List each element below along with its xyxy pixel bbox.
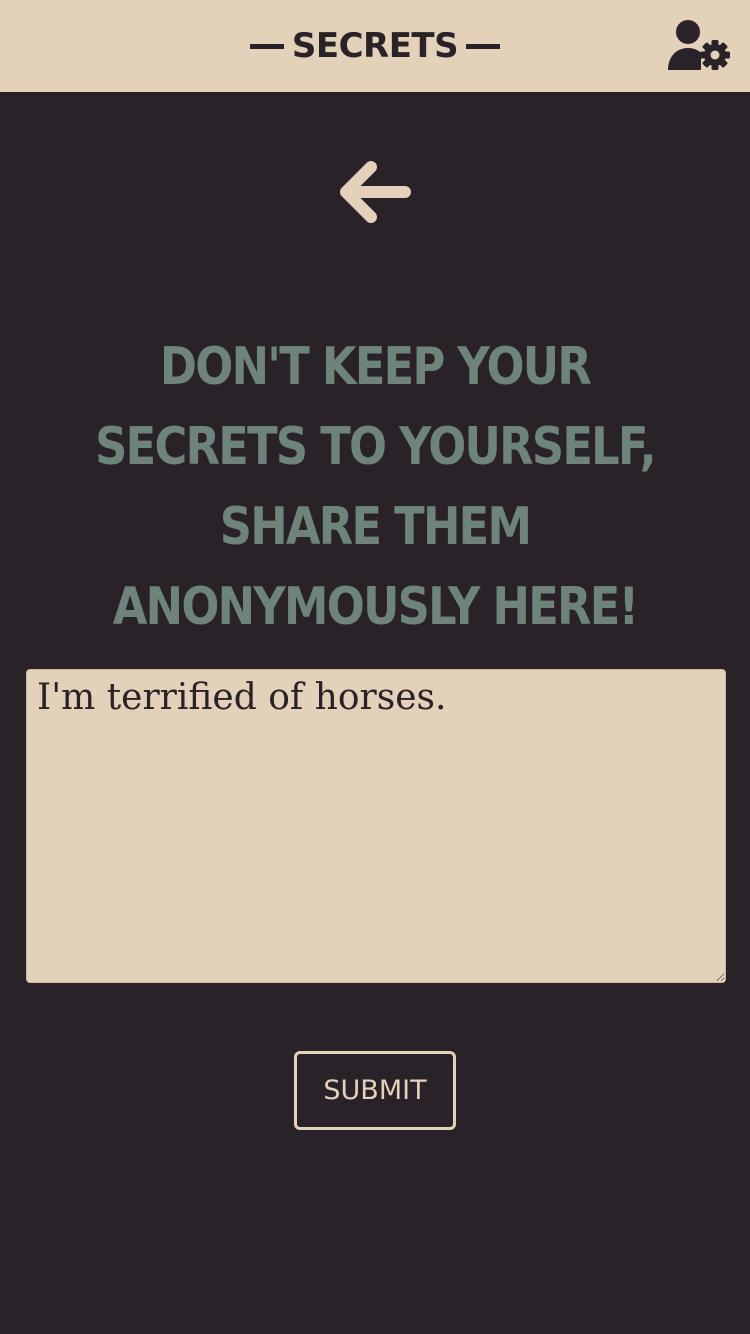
- submit-button[interactable]: SUBMIT: [294, 1051, 456, 1130]
- brand-text: SECRETS: [291, 26, 459, 66]
- brand-title[interactable]: SECRETS: [0, 0, 750, 92]
- arrow-left-icon: [340, 161, 411, 223]
- page-headline: Don't keep your secrets to yourself, sha…: [70, 327, 681, 647]
- secret-input[interactable]: I'm terrified of horses.: [26, 669, 726, 983]
- brand-dash-left: [249, 43, 284, 49]
- headline-line-2: share them anonymously here!: [112, 496, 639, 637]
- top-bar: SECRETS: [0, 0, 750, 92]
- back-button[interactable]: [335, 152, 415, 232]
- user-settings-button[interactable]: [666, 18, 732, 74]
- brand-dash-right: [466, 43, 501, 49]
- user-gear-icon: [668, 20, 730, 70]
- headline-line-1: Don't keep your secrets to yourself,: [95, 336, 656, 477]
